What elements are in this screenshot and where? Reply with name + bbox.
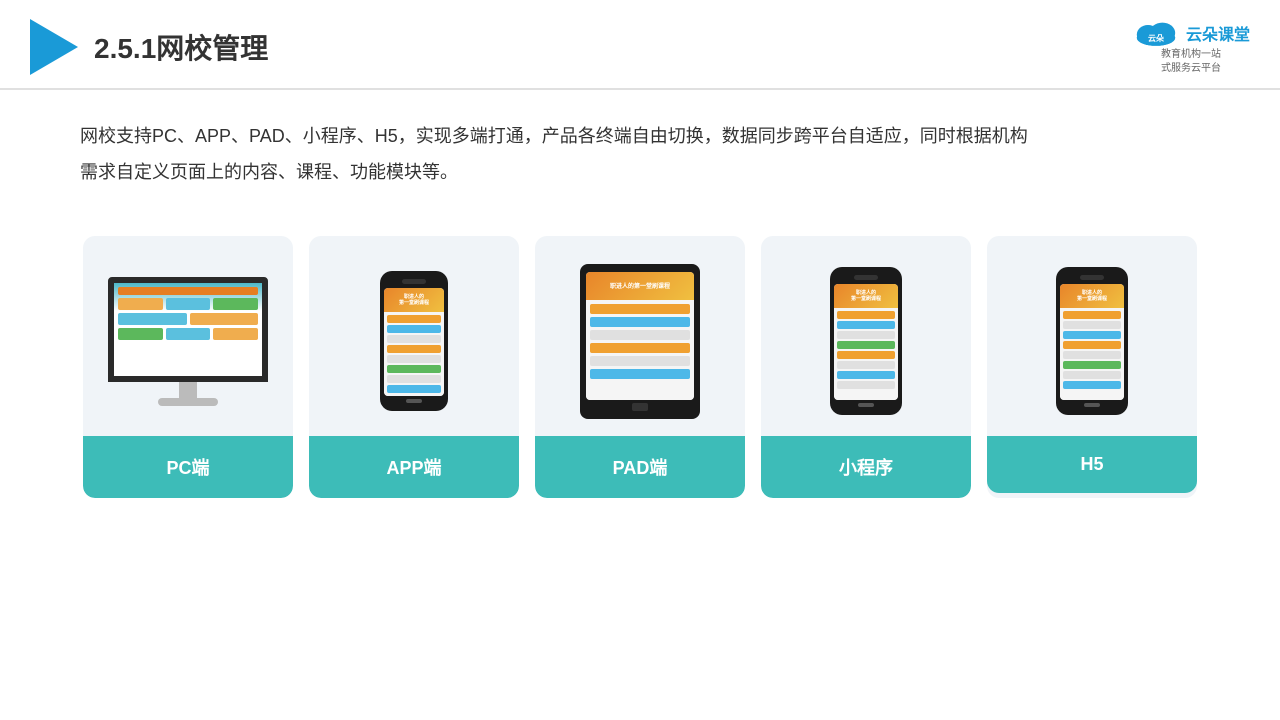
h5-notch — [1080, 275, 1104, 280]
phone-header: 职进人的第一堂刷课程 — [384, 288, 444, 312]
app-phone: 职进人的第一堂刷课程 — [380, 271, 448, 411]
brand-logo: 云朵 云朵课堂 教育机构一站 式服务云平台 — [1132, 18, 1250, 76]
description-line2: 需求自定义页面上的内容、课程、功能模块等。 — [80, 154, 1200, 190]
tablet-header: 职进人的第一堂刷课程 — [586, 272, 694, 300]
pad-card: 职进人的第一堂刷课程 PAD端 — [535, 236, 745, 498]
pc-card: PC端 — [83, 236, 293, 498]
cloud-logo-container: 云朵 云朵课堂 — [1132, 18, 1250, 48]
block-1 — [118, 298, 163, 310]
cards-container: PC端 职进人的第一堂刷课程 — [0, 200, 1280, 498]
h5-header: 职进人的第一堂刷课程 — [1060, 284, 1124, 308]
mini-phone: 职进人的第一堂刷课程 — [830, 267, 902, 415]
logo-icon — [30, 19, 78, 75]
monitor-row-3 — [118, 328, 258, 340]
monitor-row-2 — [118, 313, 258, 325]
tablet-body — [586, 300, 694, 400]
app-label: APP端 — [309, 436, 519, 498]
header-left: 2.5.1网校管理 — [30, 19, 268, 75]
mini-card: 职进人的第一堂刷课程 小程序 — [761, 236, 971, 498]
phone-home — [406, 399, 422, 403]
monitor-base — [158, 398, 218, 406]
h5-phone: 职进人的第一堂刷课程 — [1056, 267, 1128, 415]
block-2 — [166, 298, 211, 310]
phone-screen: 职进人的第一堂刷课程 — [384, 288, 444, 396]
mini-header: 职进人的第一堂刷课程 — [834, 284, 898, 308]
block-3 — [213, 298, 258, 310]
pc-monitor — [108, 277, 268, 406]
block-5 — [190, 313, 259, 325]
mini-home — [858, 403, 874, 407]
pc-label: PC端 — [83, 436, 293, 498]
monitor-screen — [108, 277, 268, 382]
mini-body — [834, 308, 898, 400]
app-image-area: 职进人的第一堂刷课程 — [309, 236, 519, 436]
phone-notch — [402, 279, 426, 284]
mini-notch — [854, 275, 878, 280]
h5-home — [1084, 403, 1100, 407]
h5-label: H5 — [987, 436, 1197, 493]
brand-name: 云朵课堂 — [1186, 21, 1250, 45]
monitor-screen-inner — [114, 283, 262, 376]
h5-screen: 职进人的第一堂刷课程 — [1060, 284, 1124, 400]
h5-image-area: 职进人的第一堂刷课程 — [987, 236, 1197, 436]
app-card: 职进人的第一堂刷课程 APP端 — [309, 236, 519, 498]
mini-image-area: 职进人的第一堂刷课程 — [761, 236, 971, 436]
h5-body — [1060, 308, 1124, 400]
description-line1: 网校支持PC、APP、PAD、小程序、H5，实现多端打通，产品各终端自由切换，数… — [80, 118, 1200, 154]
phone-body — [384, 312, 444, 396]
brand-sub: 教育机构一站 式服务云平台 — [1161, 48, 1221, 76]
header: 2.5.1网校管理 云朵 云朵课堂 教育机构一站 式服务云平台 — [0, 0, 1280, 90]
block-8 — [213, 328, 258, 340]
svg-text:云朵: 云朵 — [1148, 33, 1164, 43]
page-title: 2.5.1网校管理 — [94, 27, 268, 67]
tablet-home — [632, 403, 648, 411]
mini-label: 小程序 — [761, 436, 971, 498]
pc-image-area — [83, 236, 293, 436]
description-area: 网校支持PC、APP、PAD、小程序、H5，实现多端打通，产品各终端自由切换，数… — [0, 90, 1280, 190]
monitor-neck — [179, 382, 197, 398]
block-6 — [118, 328, 163, 340]
monitor-bar — [118, 287, 258, 295]
tablet-screen: 职进人的第一堂刷课程 — [586, 272, 694, 400]
block-4 — [118, 313, 187, 325]
cloud-icon: 云朵 — [1132, 18, 1180, 48]
pad-image-area: 职进人的第一堂刷课程 — [535, 236, 745, 436]
mini-screen: 职进人的第一堂刷课程 — [834, 284, 898, 400]
h5-card: 职进人的第一堂刷课程 H5 — [987, 236, 1197, 498]
pad-label: PAD端 — [535, 436, 745, 498]
monitor-row-1 — [118, 298, 258, 310]
block-7 — [166, 328, 211, 340]
tablet-mockup: 职进人的第一堂刷课程 — [580, 264, 700, 419]
